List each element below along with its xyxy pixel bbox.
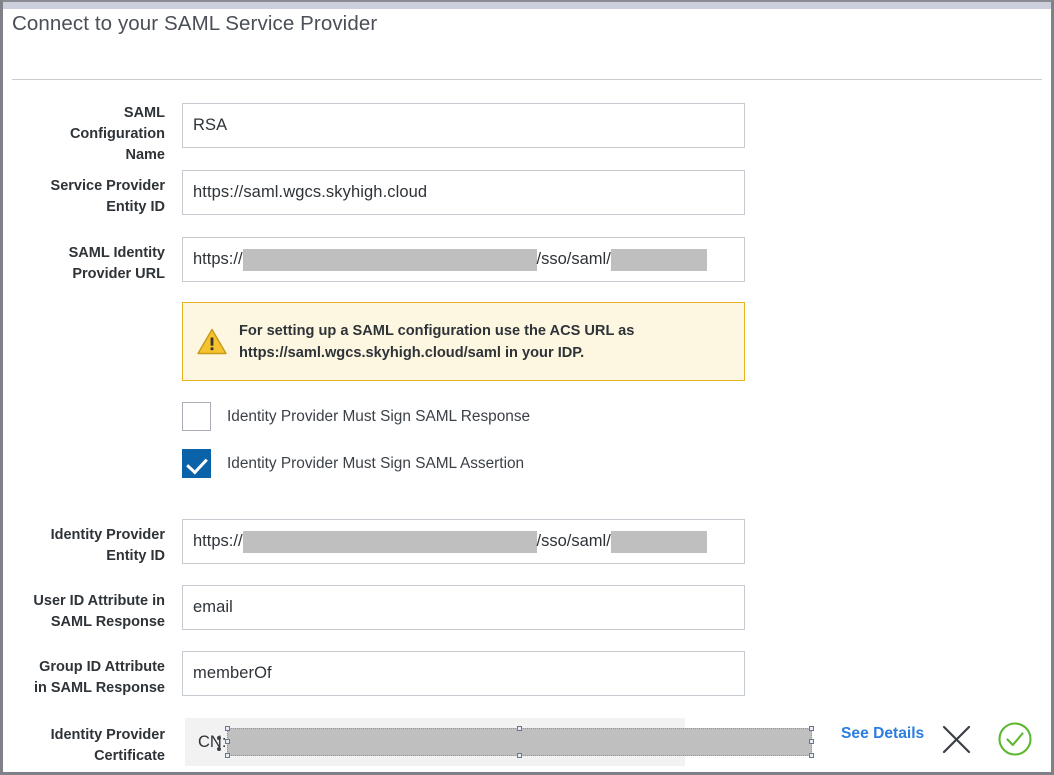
checkbox-must-sign-saml-response[interactable]	[182, 402, 211, 431]
value-service-provider-entity-id: https://saml.wgcs.skyhigh.cloud	[193, 183, 427, 202]
redaction-id	[611, 249, 707, 271]
url-prefix: https://	[193, 250, 243, 269]
url-parts-saml-identity-provider-url: https:// /sso/saml/	[193, 249, 707, 271]
label-identity-provider-entity-id: Identity Provider Entity ID	[3, 525, 165, 567]
selection-handle-bottom-right[interactable]	[809, 753, 814, 758]
checkbox-row-must-sign-saml-response[interactable]: Identity Provider Must Sign SAML Respons…	[182, 402, 530, 431]
checkbox-label-must-sign-saml-response: Identity Provider Must Sign SAML Respons…	[227, 408, 530, 426]
selection-handle-top-left[interactable]	[225, 726, 230, 731]
url-prefix: https://	[193, 532, 243, 551]
selection-handle-top-middle[interactable]	[517, 726, 522, 731]
certificate-value-redaction[interactable]	[227, 728, 812, 756]
top-accent-bar	[3, 2, 1051, 9]
url-middle: /sso/saml/	[537, 250, 611, 269]
input-service-provider-entity-id[interactable]: https://saml.wgcs.skyhigh.cloud	[182, 170, 745, 215]
selection-handle-middle-right[interactable]	[809, 739, 814, 744]
input-user-id-attribute[interactable]: email	[182, 585, 745, 630]
selection-handle-top-right[interactable]	[809, 726, 814, 731]
label-service-provider-entity-id: Service Provider Entity ID	[3, 176, 165, 218]
input-group-id-attribute[interactable]: memberOf	[182, 651, 745, 696]
selection-handle-bottom-left[interactable]	[225, 753, 230, 758]
certificate-panel: CN:	[185, 718, 685, 766]
label-user-id-attribute: User ID Attribute in SAML Response	[3, 591, 165, 633]
warning-triangle-icon	[197, 328, 227, 355]
title-divider	[12, 79, 1042, 80]
checkbox-label-must-sign-saml-assertion: Identity Provider Must Sign SAML Asserti…	[227, 455, 524, 473]
input-saml-configuration-name[interactable]: RSA	[182, 103, 745, 148]
value-group-id-attribute: memberOf	[193, 664, 272, 683]
checkbox-row-must-sign-saml-assertion[interactable]: Identity Provider Must Sign SAML Asserti…	[182, 449, 524, 478]
input-saml-identity-provider-url[interactable]: https:// /sso/saml/	[182, 237, 745, 282]
close-x-icon[interactable]	[941, 724, 972, 755]
label-identity-provider-certificate: Identity Provider Certificate	[3, 725, 165, 767]
acs-url-warning-text: For setting up a SAML configuration use …	[239, 320, 634, 364]
selection-handle-middle-left[interactable]	[225, 739, 230, 744]
saml-service-provider-dialog: Connect to your SAML Service Provider SA…	[0, 0, 1054, 775]
see-details-link[interactable]: See Details	[841, 725, 924, 743]
acs-url-warning-box: For setting up a SAML configuration use …	[182, 302, 745, 381]
checkbox-must-sign-saml-assertion[interactable]	[182, 449, 211, 478]
cn-label: CN:	[198, 733, 226, 752]
input-identity-provider-entity-id[interactable]: https:// /sso/saml/	[182, 519, 745, 564]
page-title: Connect to your SAML Service Provider	[12, 12, 377, 36]
value-saml-configuration-name: RSA	[193, 116, 227, 135]
url-parts-identity-provider-entity-id: https:// /sso/saml/	[193, 531, 707, 553]
check-circle-icon	[997, 721, 1033, 757]
redaction-id	[611, 531, 707, 553]
label-saml-configuration-name: SAML Configuration Name	[3, 103, 165, 166]
label-saml-identity-provider-url: SAML Identity Provider URL	[3, 243, 165, 285]
label-group-id-attribute: Group ID Attribute in SAML Response	[3, 657, 165, 699]
redaction-host	[243, 249, 537, 271]
value-user-id-attribute: email	[193, 598, 233, 617]
selection-handle-bottom-middle[interactable]	[517, 753, 522, 758]
redaction-host	[243, 531, 537, 553]
url-middle: /sso/saml/	[537, 532, 611, 551]
